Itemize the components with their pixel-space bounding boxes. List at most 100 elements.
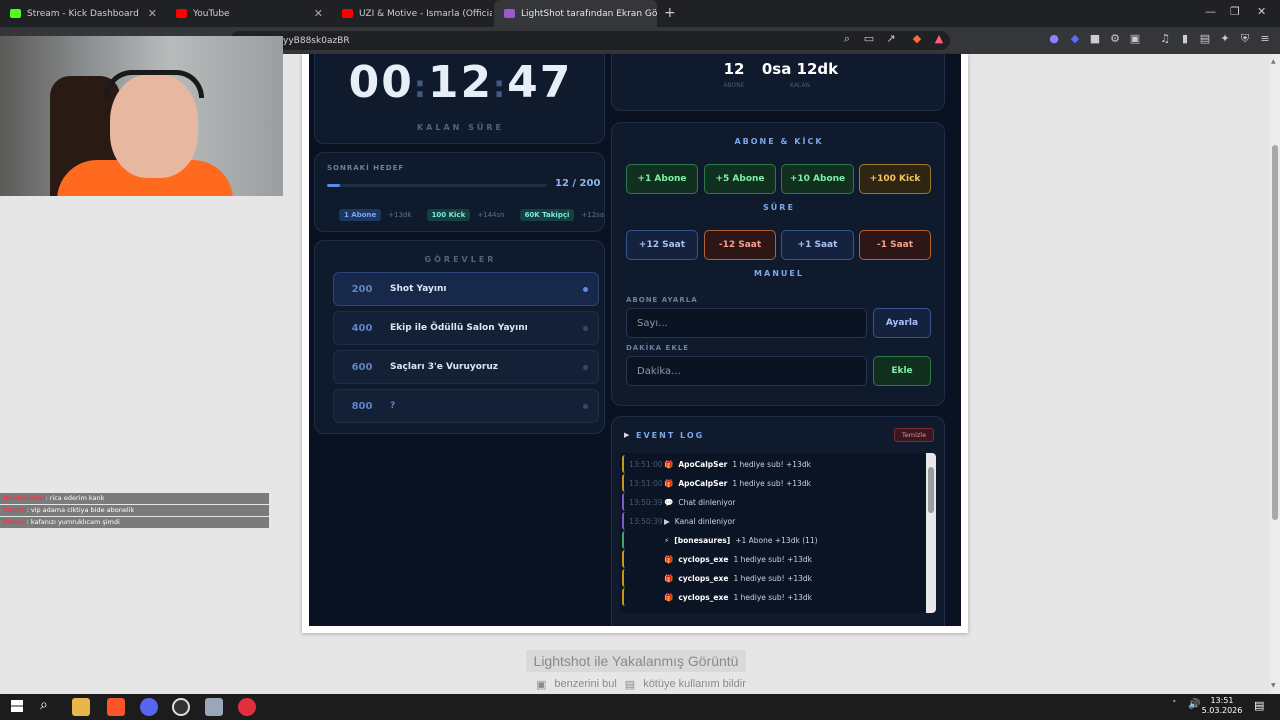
log-row: 13:51:00 🎁 ApoCalpSer 1 hediye sub! +13dk (622, 455, 916, 473)
add-12h-button[interactable]: +12 Saat (626, 230, 698, 260)
lightshot-title: Lightshot ile Yakalanmış Görüntü (526, 650, 746, 672)
window-close-icon[interactable]: ✕ (1257, 5, 1266, 18)
set-subs-input[interactable]: Sayı... (626, 308, 867, 338)
tab-uzi-motive[interactable]: UZI & Motive - Ismarla (Official V (332, 0, 492, 27)
active-dot (583, 286, 588, 292)
app-icon[interactable] (205, 698, 223, 716)
close-icon[interactable]: ✕ (314, 7, 323, 20)
camera-icon: ▣ (536, 679, 547, 691)
tab-lightshot[interactable]: LightShot tarafından Ekran Görün ✕ (494, 0, 657, 27)
report-link[interactable]: kötüye kullanım bildir (643, 678, 746, 691)
clock[interactable]: 13:51 5.03.2026 (1200, 696, 1244, 716)
goal-progress-fill (327, 184, 341, 187)
share-icon[interactable]: ↗ (884, 32, 898, 46)
goal-chips: 1 Abone +13dk 100 Kick +144sn 60K Takipç… (339, 209, 604, 221)
menu-icon[interactable]: ≡ (1258, 32, 1272, 46)
overlay-chat-line: Zanrei: vip adama ciktiya bide abonelik (0, 505, 269, 516)
discord-icon[interactable] (140, 698, 158, 716)
log-list: 13:51:00 🎁 ApoCalpSer 1 hediye sub! +13dk 1… (620, 453, 936, 613)
add-1h-button[interactable]: +1 Saat (781, 230, 854, 260)
set-subs-label: ABONE AYARLA (626, 296, 698, 304)
chip-value: +13dk (388, 211, 412, 219)
manual-title: MANUEL (754, 269, 804, 278)
log-scrollbar[interactable] (926, 453, 936, 613)
extension-icon[interactable]: ⚙ (1108, 32, 1122, 46)
app-icon[interactable] (238, 698, 256, 716)
overlay-chat-line: ApoCalpSer: rica ederim kank (0, 493, 269, 504)
next-goal-label: SONRAKİ HEDEF (327, 164, 405, 172)
add-100-kick-button[interactable]: +100 Kick (859, 164, 931, 194)
flag-icon: ▤ (624, 679, 636, 691)
extension-icon[interactable]: ● (1047, 32, 1061, 46)
youtube-icon (176, 9, 187, 18)
brave-rewards-icon[interactable]: ▲ (932, 32, 946, 46)
windows-start-icon[interactable] (11, 700, 23, 712)
similar-link[interactable]: benzerini bul (554, 678, 616, 691)
maximize-icon[interactable]: ❐ (1230, 5, 1240, 18)
brave-icon[interactable] (107, 698, 125, 716)
log-scrollbar-thumb[interactable] (928, 467, 934, 513)
add-minutes-button[interactable]: Ekle (873, 356, 931, 386)
youtube-icon (342, 9, 353, 18)
volume-icon[interactable]: 🔊 (1188, 699, 1200, 710)
task-item[interactable]: 200 Shot Yayını (333, 272, 599, 306)
extension-icon[interactable]: ◆ (1068, 32, 1082, 46)
leo-icon[interactable]: ✦ (1218, 32, 1232, 46)
notification-icon[interactable]: ▤ (1254, 699, 1264, 712)
vpn-icon[interactable]: ⛨ (1238, 32, 1252, 46)
file-explorer-icon[interactable] (72, 698, 90, 716)
new-tab-icon[interactable]: + (664, 5, 676, 21)
add-10-sub-button[interactable]: +10 Abone (781, 164, 854, 194)
controls-panel: ABONE & KİCK +1 Abone +5 Abone +10 Abone… (611, 122, 945, 406)
lightshot-links: ▣ benzerini bul ▤ kötüye kullanım bildir (536, 678, 746, 691)
brave-shield-icon[interactable]: ◆ (910, 32, 924, 46)
remaining-stat-label: KALAN (789, 82, 810, 89)
add-minutes-input[interactable]: Dakika... (626, 356, 867, 386)
remaining-value: 0sa 12dk (761, 60, 839, 78)
tab-bar: Stream - Kick Dashboard ✕ YouTube ✕ UZI … (0, 0, 1280, 27)
scroll-down-icon[interactable]: ▼ (1271, 682, 1276, 689)
clear-log-button[interactable]: Temizle (894, 428, 934, 442)
event-log-title: EVENT LOG (636, 431, 705, 440)
log-row: ⚡ [bonesaures] +1 Abone +13dk (11) (622, 531, 916, 549)
tab-youtube[interactable]: YouTube ✕ (166, 0, 331, 27)
sub-12h-button[interactable]: -12 Saat (704, 230, 776, 260)
scrollbar-thumb[interactable] (1272, 145, 1278, 520)
log-row: 🎁 cyclops_exe 1 hediye sub! +13dk (622, 550, 916, 568)
zoom-icon[interactable]: ⌕ (840, 32, 854, 46)
event-log-panel: ▶ EVENT LOG Temizle 13:51:00 🎁 ApoCalpSer 1… (611, 416, 945, 626)
overlay-chat-line: Zanrei: kafanızı yumruklıcam şimdi (0, 517, 269, 528)
task-item[interactable]: 600 Saçları 3'e Vuruyoruz (333, 350, 599, 384)
sub-1h-button[interactable]: -1 Saat (859, 230, 931, 260)
subs-value: 12 (723, 60, 745, 78)
task-item[interactable]: 800 ? (333, 389, 599, 423)
log-toggle-icon[interactable]: ▶ (624, 431, 629, 439)
tab-kick-dashboard[interactable]: Stream - Kick Dashboard ✕ (0, 0, 165, 27)
extension-icon[interactable]: ■ (1088, 32, 1102, 46)
sub-kick-title: ABONE & KİCK (734, 137, 824, 146)
set-subs-button[interactable]: Ayarla (873, 308, 931, 338)
close-icon[interactable]: ✕ (148, 7, 157, 20)
headphones (104, 70, 204, 98)
chip-tag: 1 Abone (339, 209, 382, 221)
cast-icon[interactable]: ▭ (862, 32, 876, 46)
log-row: 🎁 cyclops_exe 1 hediye sub! +13dk (622, 569, 916, 587)
chip-value: +12sa (581, 211, 605, 219)
sidebar-icon[interactable]: ▮ (1178, 32, 1192, 46)
music-icon[interactable]: ♫ (1158, 32, 1172, 46)
task-item[interactable]: 400 Ekip ile Ödüllü Salon Yayını (333, 311, 599, 345)
status-dot (583, 364, 588, 370)
add-1-sub-button[interactable]: +1 Abone (626, 164, 698, 194)
extension-icon[interactable]: ▣ (1128, 32, 1142, 46)
search-icon[interactable]: ⌕ (40, 697, 48, 713)
wallet-icon[interactable]: ▤ (1198, 32, 1212, 46)
subs-label: ABONE (723, 82, 745, 89)
scroll-up-icon[interactable]: ▲ (1271, 58, 1276, 65)
obs-icon[interactable] (172, 698, 190, 716)
time-title: SÜRE (763, 203, 795, 212)
add-5-sub-button[interactable]: +5 Abone (704, 164, 776, 194)
screenshot-image: 00:12:47 KALAN SÜRE SONRAKİ HEDEF 12 / 2… (309, 54, 961, 626)
minimize-icon[interactable]: — (1205, 5, 1216, 18)
tray-chevron-icon[interactable]: ˄ (1172, 700, 1177, 710)
status-dot (583, 325, 588, 331)
